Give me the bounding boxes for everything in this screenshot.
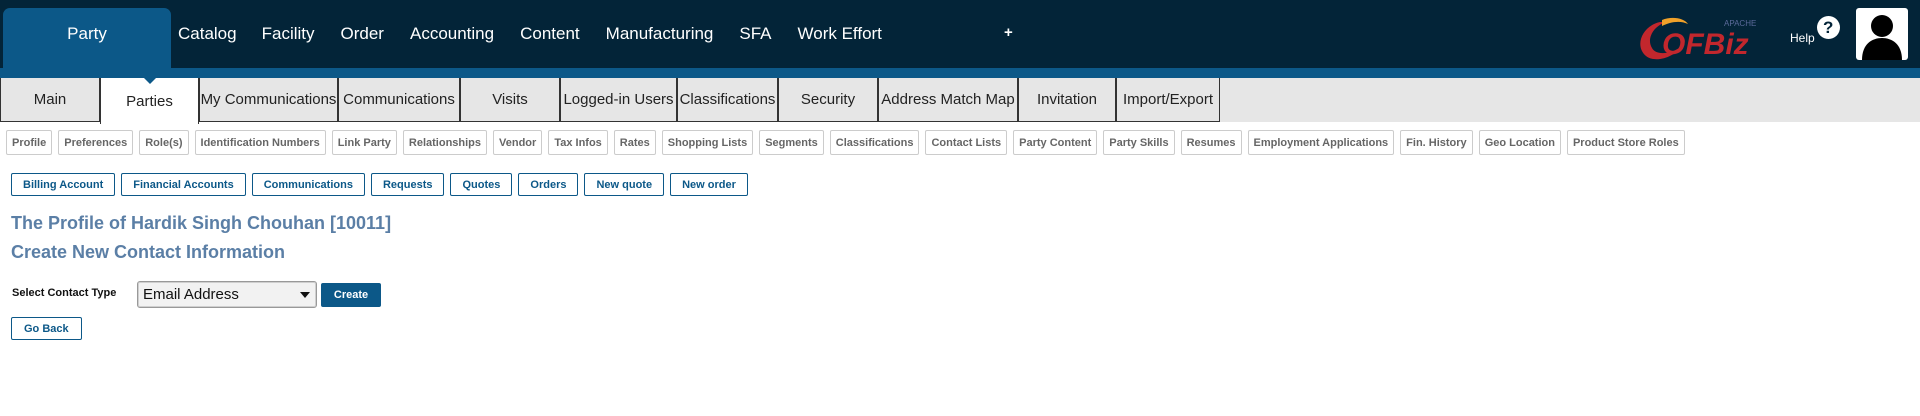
user-silhouette-icon (1862, 15, 1902, 60)
top-nav-manufacturing[interactable]: Manufacturing (606, 24, 714, 44)
tab-classifications[interactable]: Classifications (677, 78, 778, 122)
sublink-rates[interactable]: Rates (613, 130, 656, 155)
sublink-product-store-roles[interactable]: Product Store Roles (1566, 130, 1685, 155)
sublink-tax-infos[interactable]: Tax Infos (548, 130, 608, 155)
sublink-roles[interactable]: Role(s) (139, 130, 189, 155)
sublink-employment-applications[interactable]: Employment Applications (1247, 130, 1395, 155)
sublink-segments[interactable]: Segments (759, 130, 824, 155)
tab-parties[interactable]: Parties (100, 77, 199, 124)
financial-accounts-button[interactable]: Financial Accounts (121, 173, 246, 196)
top-bar-stripe (0, 68, 1920, 78)
app-tab-party[interactable]: Party (3, 8, 171, 78)
ofbiz-logo-icon: OFBiz APACHE (1640, 17, 1756, 61)
party-actions: Billing Account Financial Accounts Commu… (11, 173, 754, 196)
contact-type-select[interactable]: Email Address (137, 281, 317, 308)
sublink-vendor[interactable]: Vendor (493, 130, 543, 155)
top-nav-work-effort[interactable]: Work Effort (798, 24, 882, 44)
top-nav-facility[interactable]: Facility (262, 24, 315, 44)
communications-button[interactable]: Communications (251, 173, 365, 196)
tab-communications[interactable]: Communications (338, 78, 460, 122)
sublink-resumes[interactable]: Resumes (1180, 130, 1242, 155)
top-nav: Catalog Facility Order Accounting Conten… (178, 0, 908, 68)
top-nav-order[interactable]: Order (341, 24, 384, 44)
contact-type-selected-value: Email Address (143, 286, 239, 303)
new-quote-button[interactable]: New quote (584, 173, 665, 196)
sublink-geo-location[interactable]: Geo Location (1478, 130, 1561, 155)
sublink-preferences[interactable]: Preferences (58, 130, 134, 155)
tab-security[interactable]: Security (778, 78, 878, 122)
top-nav-sfa[interactable]: SFA (739, 24, 771, 44)
svg-text:OFBiz: OFBiz (1662, 28, 1749, 61)
help-question-icon: ? (1816, 16, 1840, 39)
chevron-down-icon (300, 292, 310, 298)
profile-title: The Profile of Hardik Singh Chouhan [100… (11, 213, 392, 233)
sublink-fin-history[interactable]: Fin. History (1400, 130, 1473, 155)
add-menu-icon[interactable]: + (1004, 24, 1013, 41)
top-nav-accounting[interactable]: Accounting (410, 24, 494, 44)
user-avatar[interactable] (1856, 8, 1908, 60)
svg-text:APACHE: APACHE (1724, 19, 1756, 28)
party-sub-links: Profile Preferences Role(s) Identificati… (6, 130, 1691, 155)
sublink-profile[interactable]: Profile (6, 130, 53, 155)
sublink-party-skills[interactable]: Party Skills (1103, 130, 1175, 155)
quotes-button[interactable]: Quotes (450, 173, 513, 196)
sublink-classifications[interactable]: Classifications (829, 130, 920, 155)
contact-type-label: Select Contact Type (12, 287, 117, 299)
sublink-shopping-lists[interactable]: Shopping Lists (661, 130, 754, 155)
section-tab-bar: Main Parties My Communications Communica… (0, 77, 1920, 124)
tab-visits[interactable]: Visits (460, 78, 560, 122)
sublink-relationships[interactable]: Relationships (402, 130, 488, 155)
ofbiz-logo[interactable]: OFBiz APACHE (1632, 12, 1772, 64)
tab-my-communications[interactable]: My Communications (199, 78, 338, 122)
create-button[interactable]: Create (321, 283, 381, 307)
billing-account-button[interactable]: Billing Account (11, 173, 116, 196)
tab-address-match-map[interactable]: Address Match Map (878, 78, 1018, 122)
sublink-party-content[interactable]: Party Content (1013, 130, 1098, 155)
top-nav-content[interactable]: Content (520, 24, 580, 44)
sublink-link-party[interactable]: Link Party (331, 130, 397, 155)
tab-import-export[interactable]: Import/Export (1116, 78, 1220, 122)
tab-logged-in-users[interactable]: Logged-in Users (560, 78, 677, 122)
tab-main[interactable]: Main (0, 78, 100, 122)
go-back-button[interactable]: Go Back (11, 317, 82, 340)
help-link[interactable]: Help ? (1790, 16, 1840, 45)
help-label: Help (1790, 31, 1815, 45)
sublink-identification-numbers[interactable]: Identification Numbers (194, 130, 326, 155)
top-nav-catalog[interactable]: Catalog (178, 24, 237, 44)
requests-button[interactable]: Requests (370, 173, 445, 196)
sublink-contact-lists[interactable]: Contact Lists (925, 130, 1008, 155)
tab-invitation[interactable]: Invitation (1018, 78, 1116, 122)
new-order-button[interactable]: New order (670, 173, 748, 196)
orders-button[interactable]: Orders (518, 173, 579, 196)
page-title: Create New Contact Information (11, 242, 286, 262)
